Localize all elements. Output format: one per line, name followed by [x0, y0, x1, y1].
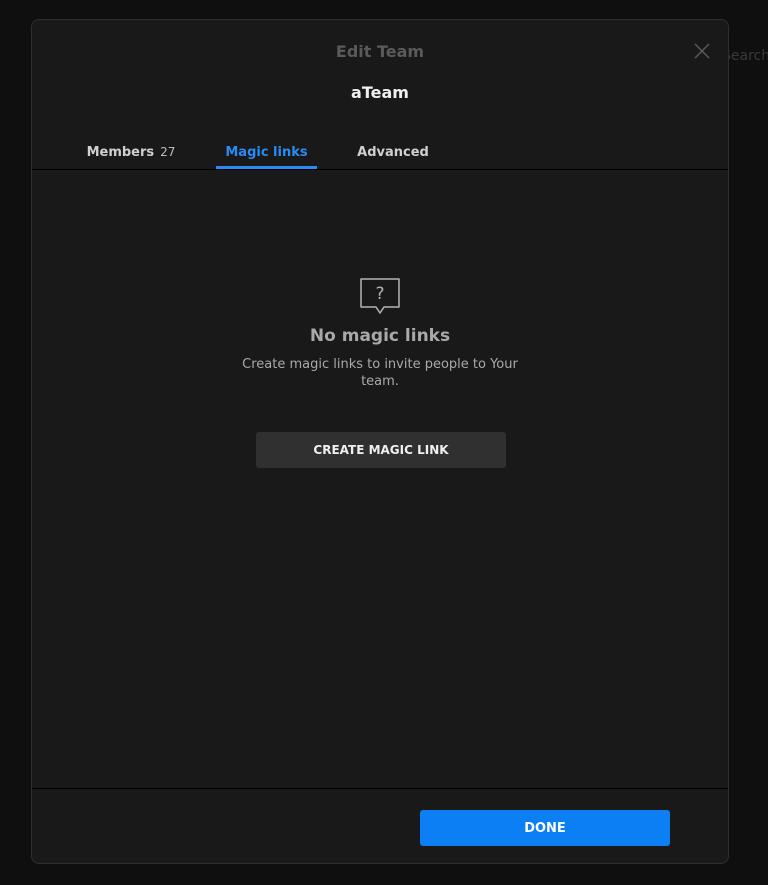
- edit-team-modal: Edit Team aTeam Members 27 Magic links Ad…: [31, 19, 729, 864]
- close-button[interactable]: [693, 42, 711, 60]
- tab-magic-links[interactable]: Magic links: [216, 140, 317, 169]
- tab-bar: Members 27 Magic links Advanced: [32, 140, 728, 170]
- empty-state-title: No magic links: [309, 326, 451, 346]
- tab-magic-links-label: Magic links: [225, 145, 308, 160]
- tab-advanced[interactable]: Advanced: [354, 140, 432, 169]
- create-magic-link-button[interactable]: CREATE MAGIC LINK: [256, 432, 506, 468]
- tab-members[interactable]: Members 27: [84, 140, 178, 169]
- empty-state-description: Create magic links to invite people to Y…: [242, 357, 518, 389]
- question-bubble-icon: ?: [360, 278, 400, 314]
- team-name: aTeam: [351, 83, 409, 102]
- modal-title: Edit Team: [335, 42, 425, 61]
- done-button[interactable]: DONE: [420, 810, 670, 846]
- tab-advanced-label: Advanced: [357, 145, 429, 160]
- members-count: 27: [160, 145, 176, 159]
- modal-footer: DONE: [32, 788, 728, 863]
- tab-members-label: Members: [86, 145, 155, 160]
- empty-state: ? No magic links Create magic links to i…: [32, 278, 728, 390]
- svg-text:?: ?: [375, 284, 384, 304]
- close-icon: [694, 43, 710, 59]
